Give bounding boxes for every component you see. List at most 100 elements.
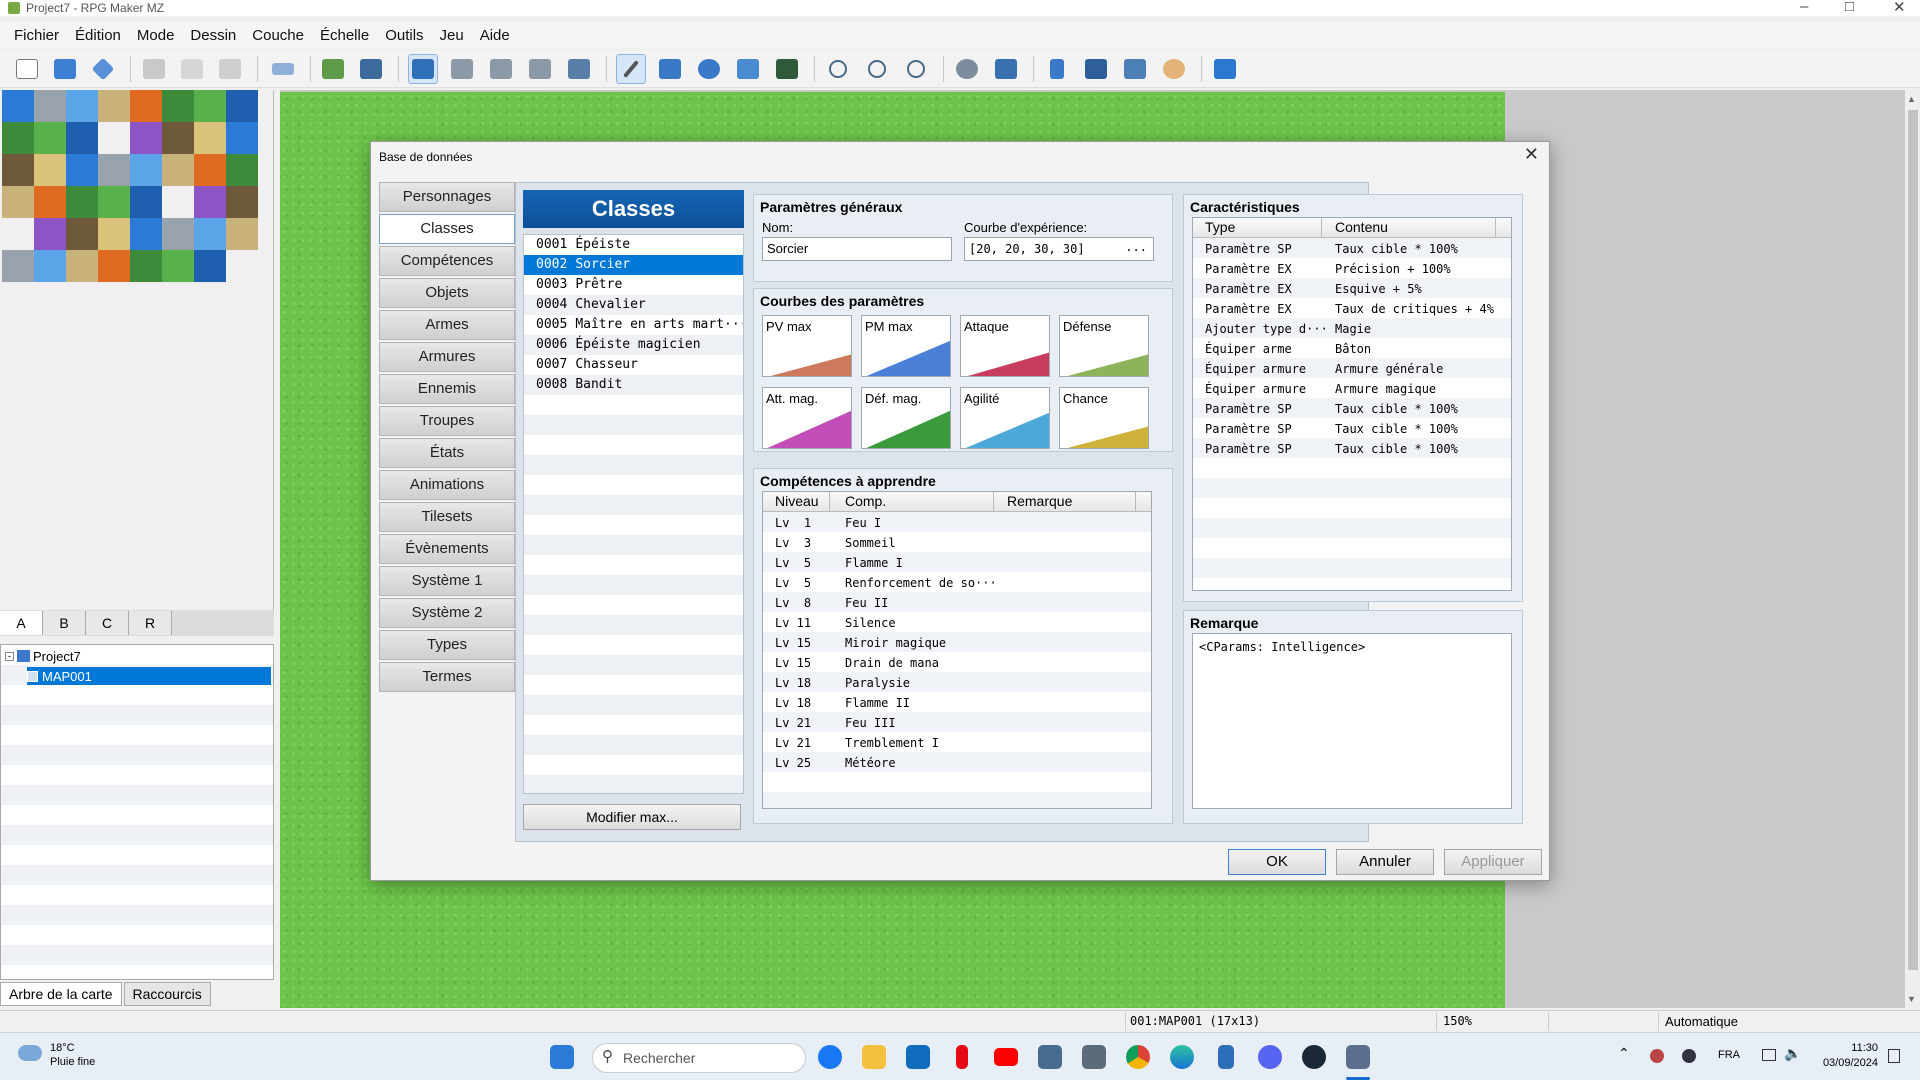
class-list-item[interactable]: 0002 Sorcier (524, 255, 743, 275)
zoom-actual-icon[interactable] (901, 54, 931, 84)
param-curve-3[interactable]: Attaque (960, 315, 1050, 377)
tile[interactable] (130, 90, 162, 122)
tree-map-item[interactable]: MAP001 (27, 667, 271, 685)
col-skill[interactable]: Comp. (845, 493, 886, 509)
learning-row[interactable]: Lv 3 Sommeil (763, 533, 1151, 553)
col-level[interactable]: Niveau (775, 493, 819, 509)
tile[interactable] (226, 154, 258, 186)
tile[interactable] (34, 90, 66, 122)
tab-map-tree[interactable]: Arbre de la carte (0, 982, 122, 1006)
notepad-icon[interactable] (1218, 1045, 1234, 1069)
tray-language[interactable]: FRA (1718, 1049, 1740, 1061)
chrome-icon[interactable] (1126, 1045, 1150, 1069)
class-list-item[interactable]: 0003 Prêtre (524, 275, 743, 295)
tile[interactable] (34, 250, 66, 282)
tray-steam-icon[interactable] (1682, 1049, 1696, 1063)
category-button[interactable]: Types (379, 630, 515, 660)
class-list-item[interactable]: 0006 Épéiste magicien (524, 335, 743, 355)
category-button[interactable]: Ennemis (379, 374, 515, 404)
tile[interactable] (34, 154, 66, 186)
param-curve-2[interactable]: PM max (861, 315, 951, 377)
taskbar-app-icon[interactable] (1038, 1045, 1062, 1069)
cancel-button[interactable]: Annuler (1336, 849, 1434, 875)
tile[interactable] (66, 154, 98, 186)
all-layers-icon[interactable] (564, 54, 594, 84)
tile[interactable] (226, 122, 258, 154)
outlook-icon[interactable] (906, 1045, 930, 1069)
save-project-icon[interactable] (88, 54, 118, 84)
event-searcher-icon[interactable] (1081, 54, 1111, 84)
copy-icon[interactable] (177, 54, 207, 84)
trait-row[interactable]: Équiper armure Armure magique (1193, 379, 1511, 399)
tile[interactable] (34, 186, 66, 218)
new-project-icon[interactable] (12, 54, 42, 84)
tile[interactable] (66, 218, 98, 250)
tile[interactable] (34, 218, 66, 250)
tile[interactable] (162, 154, 194, 186)
network-icon[interactable] (1762, 1049, 1776, 1061)
tile[interactable] (226, 250, 258, 282)
maximize-icon[interactable]: □ (1845, 0, 1854, 15)
scroll-up-icon[interactable]: ▲ (1907, 94, 1916, 104)
learning-row[interactable]: Lv 25 Météore (763, 753, 1151, 773)
class-list-item[interactable]: 0007 Chasseur (524, 355, 743, 375)
taskbar-clock[interactable]: 11:30 03/09/2024 (1823, 1041, 1878, 1071)
learning-row[interactable]: Lv 21 Feu III (763, 713, 1151, 733)
learning-row[interactable]: Lv 21 Tremblement I (763, 733, 1151, 753)
tile[interactable] (162, 218, 194, 250)
tile[interactable] (34, 122, 66, 154)
tile[interactable] (130, 154, 162, 186)
category-button[interactable]: Personnages (379, 182, 515, 212)
tile[interactable] (226, 90, 258, 122)
event-mode-icon[interactable] (356, 54, 386, 84)
category-button[interactable]: Compétences (379, 246, 515, 276)
character-generator-icon[interactable] (1159, 54, 1189, 84)
tile[interactable] (226, 218, 258, 250)
tray-chevron-icon[interactable]: ⌃ (1618, 1045, 1630, 1062)
tile[interactable] (2, 186, 34, 218)
trait-row[interactable]: Paramètre EX Taux de critiques + 4% (1193, 299, 1511, 319)
learning-row[interactable]: Lv 5 Renforcement de so··· (763, 573, 1151, 593)
class-list-item[interactable]: 0004 Chevalier (524, 295, 743, 315)
class-list-item[interactable]: 0005 Maître en arts mart··· (524, 315, 743, 335)
layer2-icon[interactable] (447, 54, 477, 84)
windows-start-icon[interactable] (550, 1045, 574, 1069)
scroll-thumb[interactable] (1908, 110, 1918, 970)
tile[interactable] (130, 250, 162, 282)
calculator-icon[interactable] (1082, 1045, 1106, 1069)
plugin-manager-icon[interactable] (991, 54, 1021, 84)
volume-icon[interactable]: 🔈 (1784, 1045, 1801, 1062)
tile[interactable] (194, 218, 226, 250)
tile[interactable] (2, 154, 34, 186)
map-mode-icon[interactable] (318, 54, 348, 84)
menu-echelle[interactable]: Échelle (312, 27, 377, 44)
tile[interactable] (194, 250, 226, 282)
tile-tab-b[interactable]: B (43, 611, 86, 635)
exp-curve-ellipsis-button[interactable]: ... (1125, 236, 1147, 258)
menu-fichier[interactable]: Fichier (6, 27, 67, 44)
col-note[interactable]: Remarque (1007, 493, 1072, 509)
learning-row[interactable]: Lv 18 Flamme II (763, 693, 1151, 713)
tile[interactable] (98, 250, 130, 282)
tree-project[interactable]: - Project7 (5, 647, 81, 665)
learning-row[interactable]: Lv 8 Feu II (763, 593, 1151, 613)
tile-tab-r[interactable]: R (129, 611, 172, 635)
category-button[interactable]: Système 2 (379, 598, 515, 628)
menu-couche[interactable]: Couche (244, 27, 312, 44)
tab-shortcuts[interactable]: Raccourcis (123, 982, 211, 1006)
discord-icon[interactable] (1258, 1045, 1282, 1069)
trait-row[interactable]: Paramètre EX Esquive + 5% (1193, 279, 1511, 299)
tile[interactable] (130, 218, 162, 250)
exp-curve-field[interactable]: [20, 20, 30, 30] ... (964, 237, 1154, 261)
learning-row[interactable]: Lv 11 Silence (763, 613, 1151, 633)
tile[interactable] (130, 122, 162, 154)
tile[interactable] (66, 122, 98, 154)
tile[interactable] (98, 90, 130, 122)
map-vertical-scrollbar[interactable]: ▲ ▼ (1906, 90, 1920, 1008)
steam-icon[interactable] (1302, 1045, 1326, 1069)
menu-edition[interactable]: Édition (67, 27, 129, 44)
col-type[interactable]: Type (1205, 219, 1235, 235)
tile[interactable] (66, 250, 98, 282)
tile[interactable] (66, 90, 98, 122)
shadow-pen-icon[interactable] (772, 54, 802, 84)
